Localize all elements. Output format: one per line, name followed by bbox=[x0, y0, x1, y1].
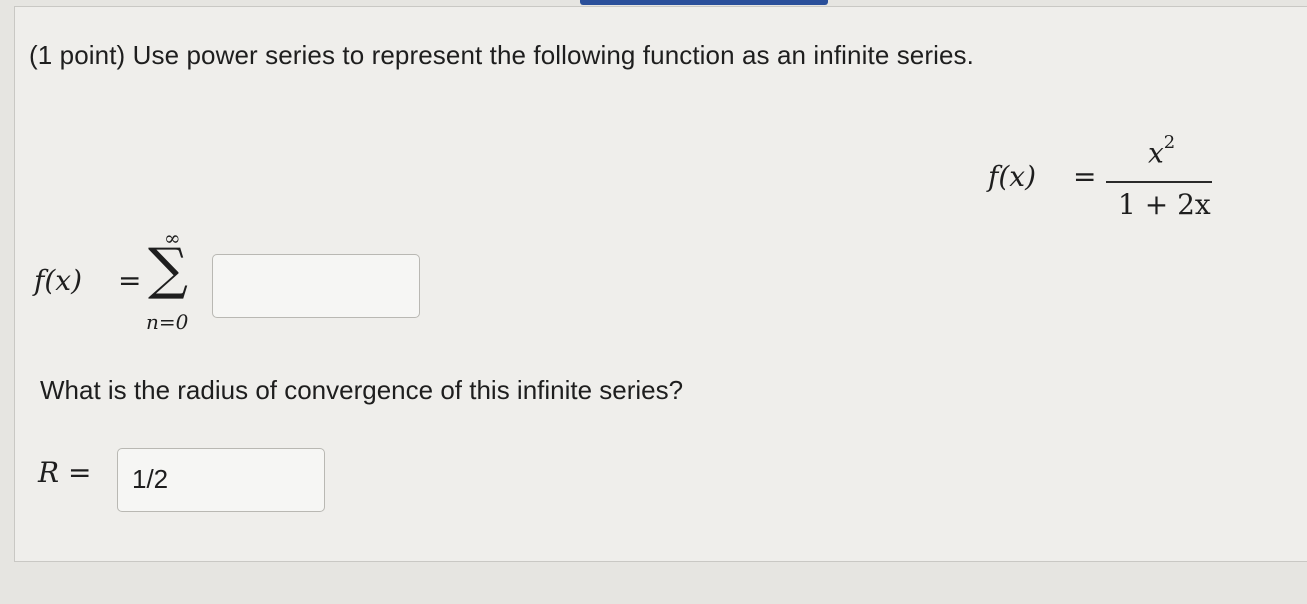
series-equals: = bbox=[118, 264, 142, 297]
fraction-numerator: x2 bbox=[1148, 132, 1175, 170]
function-lhs: f(x) bbox=[988, 160, 1037, 193]
sigma-icon: ∑ bbox=[148, 237, 188, 302]
radius-answer-input[interactable]: 1/2 bbox=[117, 448, 325, 512]
series-lhs: f(x) bbox=[34, 264, 83, 297]
top-accent-bar bbox=[580, 0, 828, 5]
sum-lower-limit: n=0 bbox=[146, 310, 189, 334]
function-definition: f(x) = x2 1 + 2x bbox=[988, 132, 1218, 226]
radius-question-text: What is the radius of convergence of thi… bbox=[40, 375, 684, 405]
fraction-bar bbox=[1106, 181, 1212, 183]
radius-label: R = bbox=[38, 456, 92, 489]
fraction-denominator: 1 + 2x bbox=[1118, 188, 1211, 221]
function-equals: = bbox=[1073, 160, 1097, 193]
question-text: (1 point) Use power series to represent … bbox=[29, 40, 974, 70]
numerator-exponent: 2 bbox=[1163, 132, 1176, 153]
numerator-base: x bbox=[1148, 136, 1164, 170]
series-answer-input[interactable] bbox=[212, 254, 420, 318]
